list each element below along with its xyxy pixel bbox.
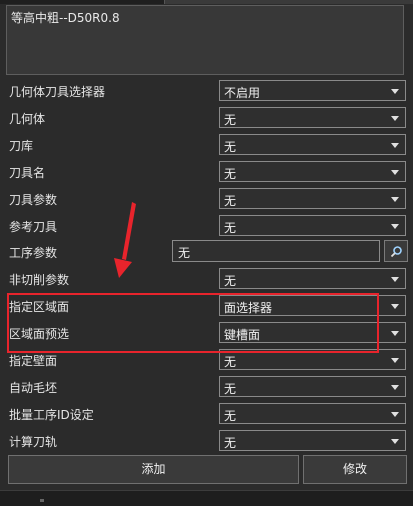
operation-description-box[interactable]: 等高中粗--D50R0.8 xyxy=(6,5,404,75)
row-non-cutting-parameters: 非切削参数 无 xyxy=(0,265,413,291)
chevron-down-icon xyxy=(391,439,399,444)
chevron-down-icon xyxy=(391,143,399,148)
geometry-tool-selector-dropdown[interactable]: 不启用 xyxy=(219,80,406,101)
label-auto-blank: 自动毛坯 xyxy=(9,381,58,395)
geometry-tool-selector-value: 不启用 xyxy=(224,86,261,100)
tool-library-dropdown[interactable]: 无 xyxy=(219,134,406,155)
operation-description-text: 等高中粗--D50R0.8 xyxy=(11,11,120,25)
row-batch-operation-id: 批量工序ID设定 无 xyxy=(0,400,413,426)
chevron-down-icon xyxy=(391,224,399,229)
reference-tool-value: 无 xyxy=(224,221,237,235)
chevron-down-icon xyxy=(391,304,399,309)
label-tool-name: 刀具名 xyxy=(9,166,46,180)
chevron-down-icon xyxy=(391,277,399,282)
chevron-down-icon xyxy=(391,197,399,202)
compute-toolpath-dropdown[interactable]: 无 xyxy=(219,430,406,451)
row-geometry: 几何体 无 xyxy=(0,104,413,130)
batch-operation-id-dropdown[interactable]: 无 xyxy=(219,403,406,424)
chevron-down-icon xyxy=(391,358,399,363)
non-cutting-parameters-dropdown[interactable]: 无 xyxy=(219,268,406,289)
chevron-down-icon xyxy=(391,412,399,417)
search-icon xyxy=(390,246,402,258)
tool-parameters-dropdown[interactable]: 无 xyxy=(219,188,406,209)
annotation-highlight-box xyxy=(7,293,379,353)
chevron-down-icon xyxy=(391,331,399,336)
row-tool-name: 刀具名 无 xyxy=(0,158,413,184)
geometry-dropdown[interactable]: 无 xyxy=(219,107,406,128)
row-tool-parameters: 刀具参数 无 xyxy=(0,185,413,211)
label-geometry: 几何体 xyxy=(9,112,46,126)
status-mark xyxy=(40,499,44,502)
label-non-cutting-parameters: 非切削参数 xyxy=(9,273,70,287)
chevron-down-icon xyxy=(391,89,399,94)
tool-parameters-value: 无 xyxy=(224,194,237,208)
top-tab xyxy=(164,0,413,4)
auto-blank-value: 无 xyxy=(224,382,237,396)
label-tool-parameters: 刀具参数 xyxy=(9,193,58,207)
chevron-down-icon xyxy=(391,170,399,175)
geometry-value: 无 xyxy=(224,113,237,127)
row-tool-library: 刀库 无 xyxy=(0,131,413,157)
auto-blank-dropdown[interactable]: 无 xyxy=(219,376,406,397)
row-compute-toolpath: 计算刀轨 无 xyxy=(0,427,413,453)
add-button[interactable]: 添加 xyxy=(8,455,299,484)
label-specify-wall-face: 指定壁面 xyxy=(9,354,58,368)
label-operation-parameters: 工序参数 xyxy=(9,246,58,260)
modify-button[interactable]: 修改 xyxy=(303,455,407,484)
row-operation-parameters: 工序参数 无 xyxy=(0,238,413,264)
chevron-down-icon xyxy=(391,385,399,390)
label-geometry-tool-selector: 几何体刀具选择器 xyxy=(9,85,106,99)
bottom-strip xyxy=(0,490,413,506)
label-reference-tool: 参考刀具 xyxy=(9,220,58,234)
label-compute-toolpath: 计算刀轨 xyxy=(9,435,58,449)
row-auto-blank: 自动毛坯 无 xyxy=(0,373,413,399)
chevron-down-icon xyxy=(391,116,399,121)
specify-wall-face-value: 无 xyxy=(224,355,237,369)
batch-operation-id-value: 无 xyxy=(224,409,237,423)
label-tool-library: 刀库 xyxy=(9,139,34,153)
operation-parameters-value: 无 xyxy=(178,246,191,260)
operation-parameters-field[interactable]: 无 xyxy=(172,240,380,262)
operation-parameters-search-button[interactable] xyxy=(384,240,408,262)
row-geometry-tool-selector: 几何体刀具选择器 不启用 xyxy=(0,77,413,103)
annotation-arrow-icon xyxy=(114,202,136,278)
row-reference-tool: 参考刀具 无 xyxy=(0,212,413,238)
tool-name-dropdown[interactable]: 无 xyxy=(219,161,406,182)
top-strip xyxy=(0,0,413,4)
tool-name-value: 无 xyxy=(224,167,237,181)
reference-tool-dropdown[interactable]: 无 xyxy=(219,215,406,236)
label-batch-operation-id: 批量工序ID设定 xyxy=(9,408,94,422)
non-cutting-parameters-value: 无 xyxy=(224,274,237,288)
tool-library-value: 无 xyxy=(224,140,237,154)
compute-toolpath-value: 无 xyxy=(224,436,237,450)
